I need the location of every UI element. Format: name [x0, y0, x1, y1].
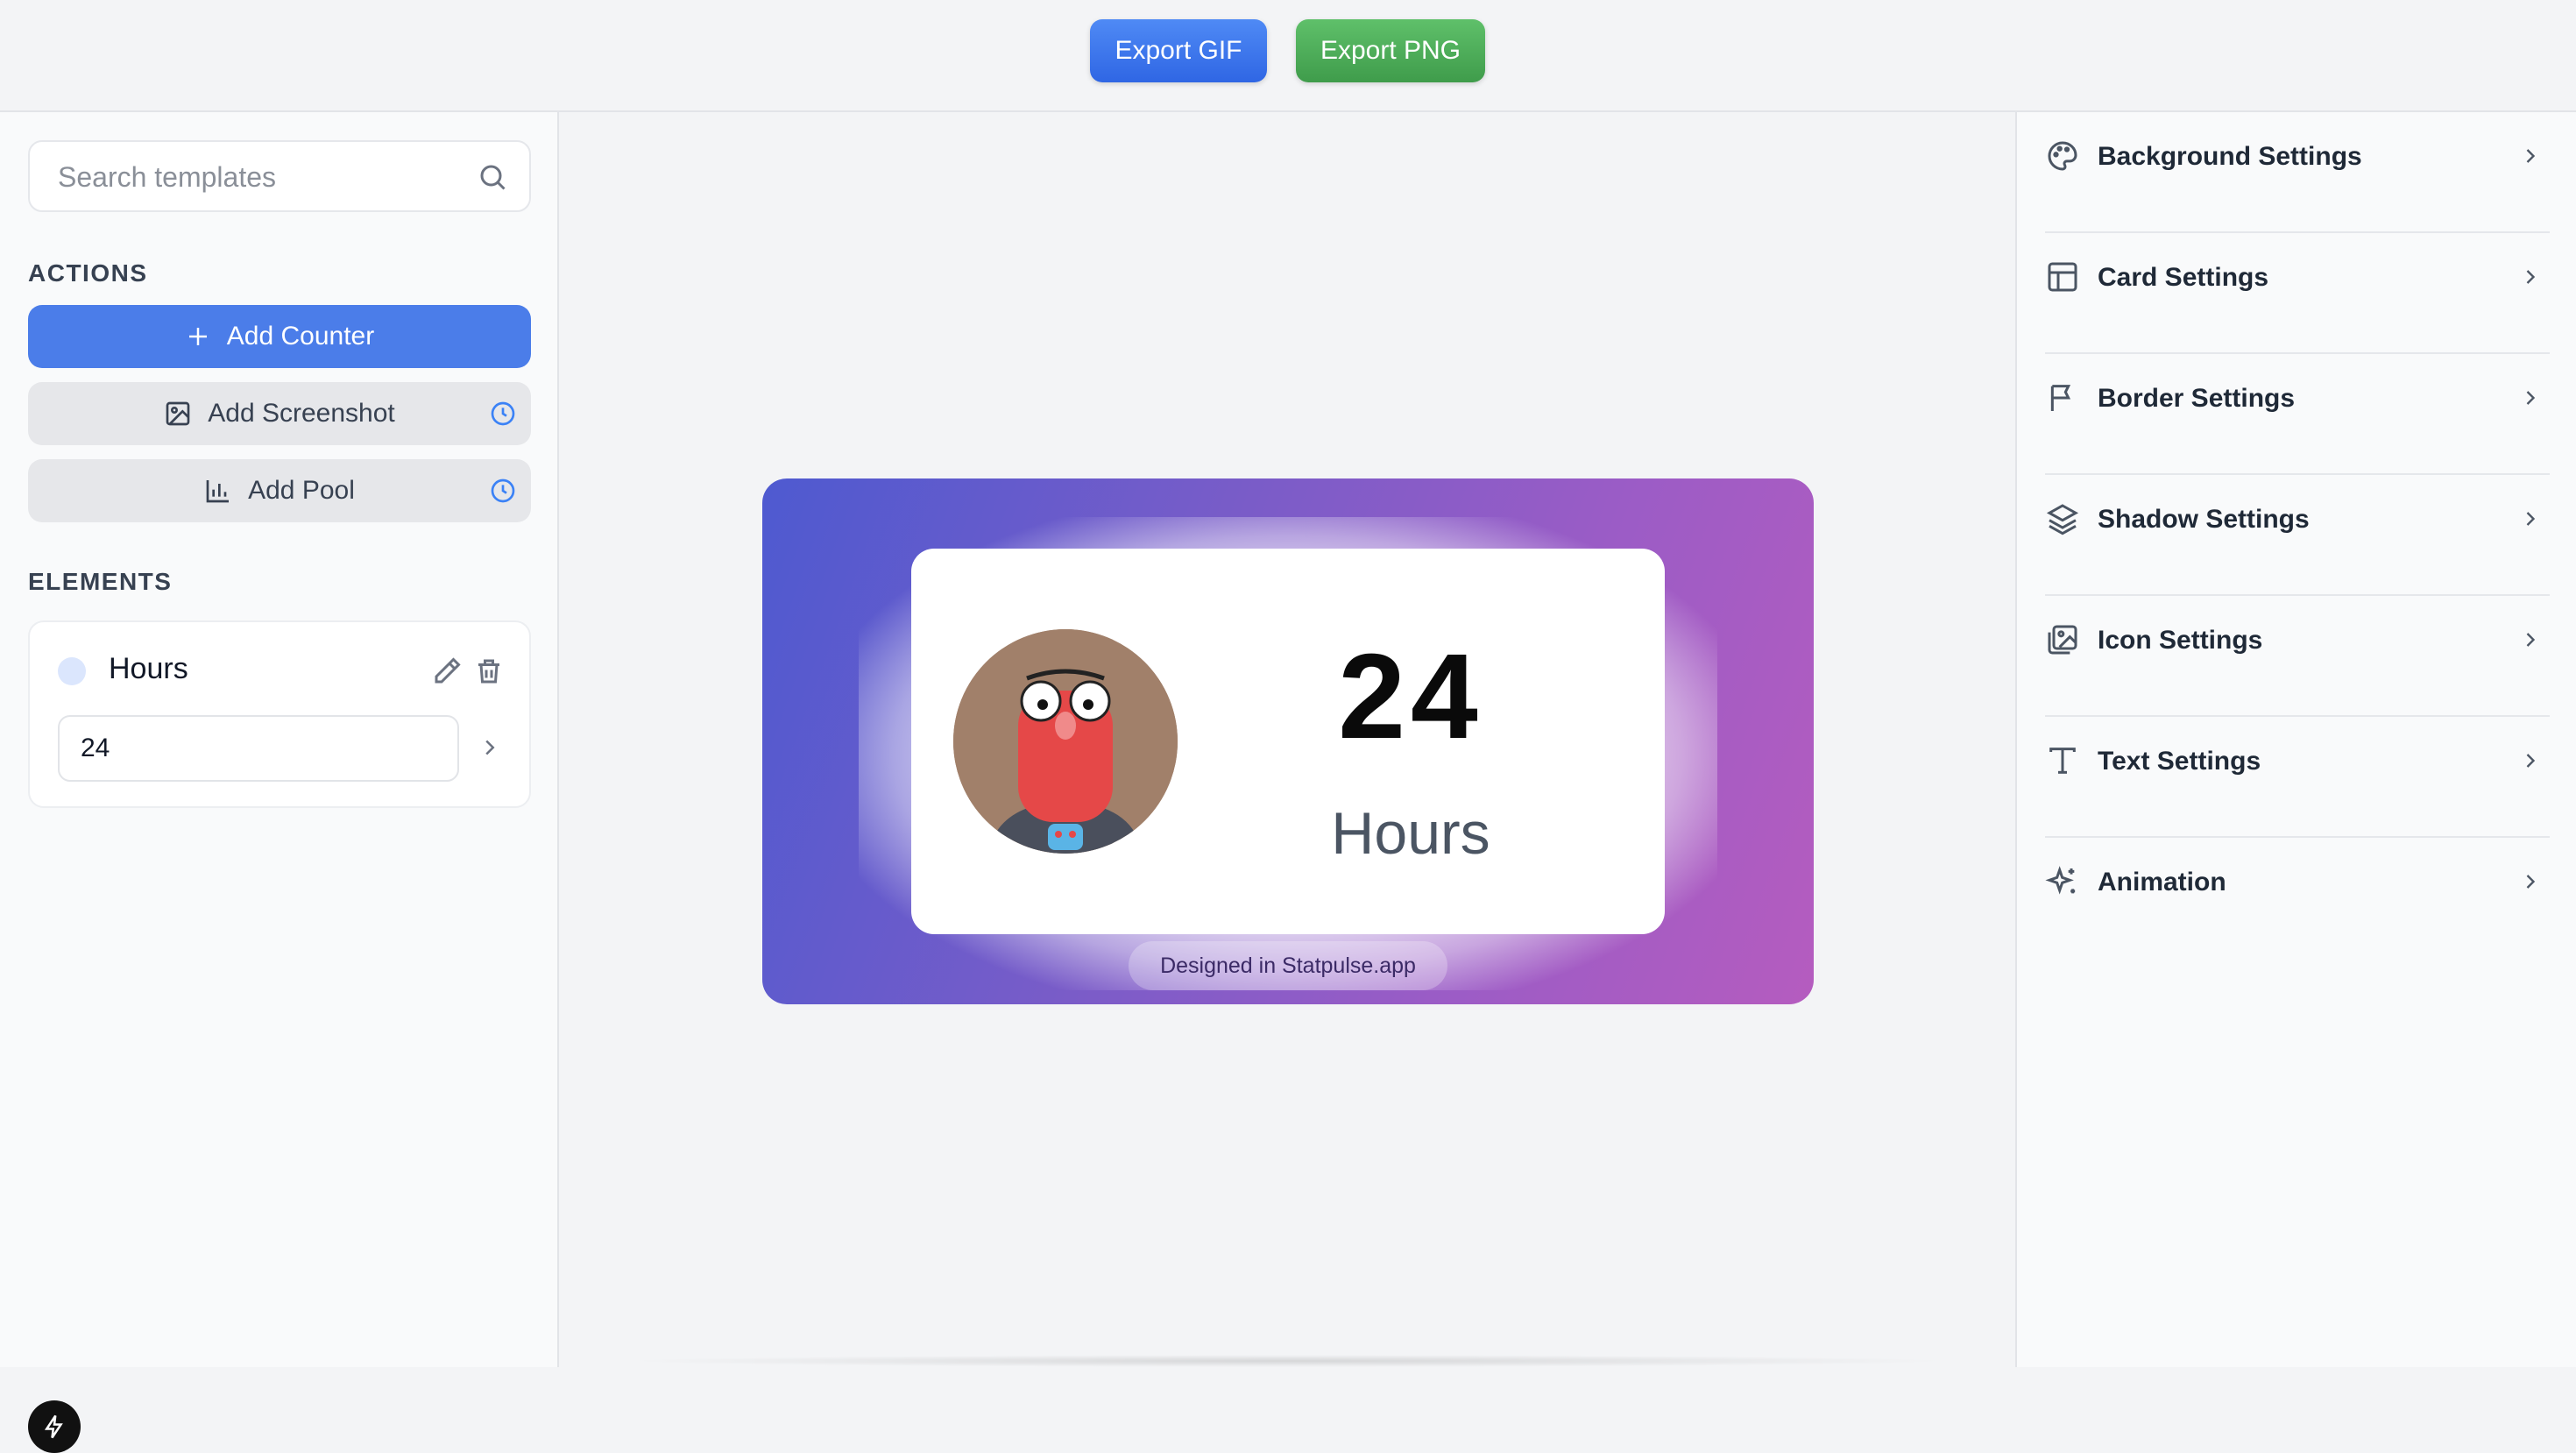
add-screenshot-label: Add Screenshot [208, 399, 395, 428]
type-icon [2049, 748, 2076, 774]
image-icon [166, 401, 190, 426]
right-sidebar: Background Settings Card Settings Border… [2015, 112, 2576, 1367]
add-pool-button[interactable]: Add Pool [28, 459, 531, 522]
element-card: Hours 24 [28, 620, 531, 808]
shadow-settings-label: Shadow Settings [2098, 505, 2310, 534]
export-png-button[interactable]: Export PNG [1296, 19, 1485, 82]
counter-preview: 24 Hours Designed in Statpulse.app [762, 478, 1814, 1004]
bar-chart-icon [206, 480, 230, 503]
trash-icon[interactable] [473, 656, 505, 687]
background-settings-label: Background Settings [2098, 142, 2362, 171]
avatar [953, 629, 1178, 854]
chevron-right-icon [2526, 754, 2536, 768]
animation-settings-label: Animation [2098, 868, 2226, 897]
card-settings-row[interactable]: Card Settings [2045, 233, 2550, 354]
layers-icon [2046, 504, 2079, 535]
counter-label: Hours [1331, 800, 1490, 867]
counter-card: 24 Hours [911, 549, 1665, 934]
add-screenshot-button[interactable]: Add Screenshot [28, 382, 531, 445]
animation-settings-row[interactable]: Animation [2045, 838, 2550, 959]
chevron-right-icon [2526, 633, 2536, 647]
search-input[interactable]: Search templates [28, 140, 531, 212]
export-gif-button[interactable]: Export GIF [1090, 19, 1267, 82]
clock-icon [491, 401, 515, 426]
bolt-icon[interactable] [28, 1400, 81, 1453]
card-settings-label: Card Settings [2098, 263, 2269, 292]
left-sidebar: Search templates ACTIONS Add Counter Add… [0, 112, 559, 1453]
canvas-bottom-shadow [622, 1355, 1954, 1367]
element-color-dot[interactable] [58, 657, 86, 685]
background-settings-row[interactable]: Background Settings [2045, 112, 2550, 233]
element-name: Hours [109, 652, 188, 685]
chevron-right-icon[interactable] [477, 734, 503, 761]
actions-heading: ACTIONS [28, 259, 148, 287]
text-settings-row[interactable]: Text Settings [2045, 717, 2550, 838]
flag-icon [2050, 385, 2071, 411]
text-settings-label: Text Settings [2098, 747, 2261, 776]
border-settings-row[interactable]: Border Settings [2045, 354, 2550, 475]
chevron-right-icon [2526, 149, 2536, 163]
element-value-input[interactable]: 24 [58, 715, 459, 782]
counter-value: 24 [1338, 629, 1483, 764]
images-icon [2048, 625, 2077, 655]
icon-settings-row[interactable]: Icon Settings [2045, 596, 2550, 717]
add-pool-label: Add Pool [248, 476, 355, 505]
border-settings-label: Border Settings [2098, 384, 2296, 413]
pencil-icon[interactable] [431, 656, 463, 687]
palette-icon [2048, 141, 2077, 171]
shadow-settings-row[interactable]: Shadow Settings [2045, 475, 2550, 596]
add-counter-button[interactable]: Add Counter [28, 305, 531, 368]
icon-settings-label: Icon Settings [2098, 626, 2263, 655]
add-counter-label: Add Counter [226, 322, 375, 351]
chevron-right-icon [2526, 270, 2536, 284]
chevron-right-icon [2526, 875, 2536, 889]
search-icon [480, 165, 506, 190]
top-toolbar: Export GIF Export PNG [0, 0, 2576, 112]
watermark-pill: Designed in Statpulse.app [1129, 941, 1447, 990]
sparkles-icon [2045, 866, 2076, 895]
layout-icon [2048, 262, 2077, 292]
clock-icon [491, 478, 515, 503]
elements-heading: ELEMENTS [28, 568, 173, 595]
plus-icon [188, 328, 207, 345]
chevron-right-icon [2526, 391, 2536, 405]
chevron-right-icon [2526, 512, 2536, 526]
search-placeholder: Search templates [58, 161, 277, 193]
